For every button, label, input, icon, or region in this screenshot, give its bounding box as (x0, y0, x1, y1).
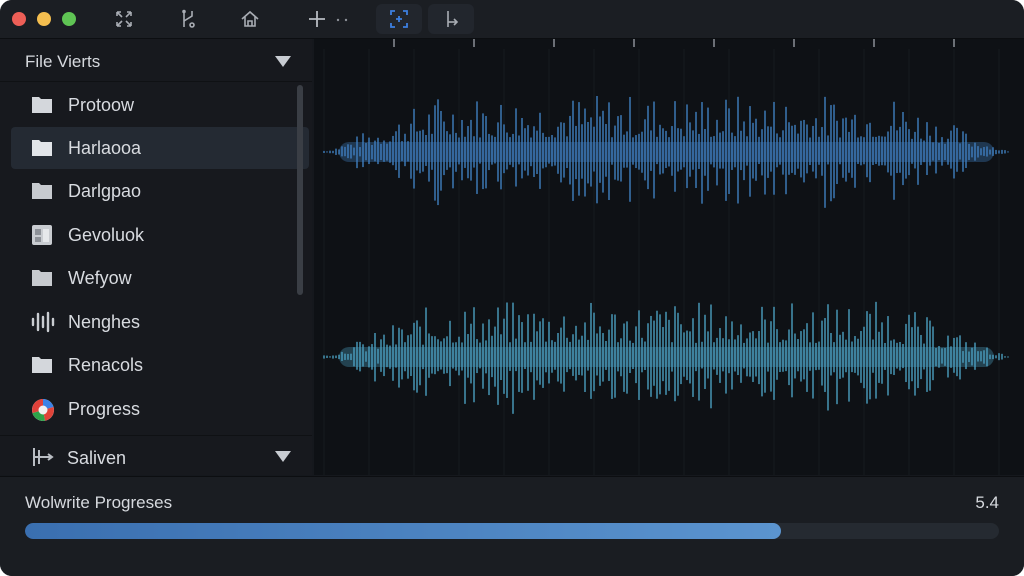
waveform-canvas[interactable] (314, 39, 1024, 475)
sidebar-item-harlaooa[interactable]: Harlaooa (11, 127, 309, 169)
folder-icon (31, 354, 55, 376)
waveform-channel-bottom (323, 301, 1009, 414)
waveform-view[interactable] (314, 39, 1024, 475)
sidebar-header[interactable]: File Vierts (0, 39, 312, 82)
document-icon (31, 224, 55, 246)
folder-icon (31, 137, 55, 159)
file-sidebar: File Vierts Protoow Harlaooa Darlgpao Ge… (0, 39, 312, 475)
progress-bar (25, 523, 999, 539)
folder-icon (31, 267, 55, 289)
progress-bar-fill (25, 523, 781, 539)
folder-icon (31, 94, 55, 116)
audio-split-icon (30, 446, 56, 473)
sidebar-item-darlgpao[interactable]: Darlgpao (11, 170, 309, 212)
sidebar-footer[interactable]: Saliven (0, 435, 312, 476)
sidebar-item-label: Nenghes (68, 312, 141, 332)
chevron-down-icon[interactable] (275, 56, 291, 67)
sidebar-item-progress[interactable]: Progress (11, 388, 309, 430)
progress-value: 5.4 (975, 493, 999, 512)
sidebar-footer-label: Saliven (67, 448, 127, 468)
waveform-core (339, 142, 994, 162)
waveform-core (339, 347, 994, 367)
more-icon[interactable] (331, 4, 355, 34)
sidebar-item-label: Wefyow (68, 268, 132, 288)
split-icon[interactable] (428, 4, 474, 34)
sidebar-item-label: Darlgpao (68, 181, 142, 201)
title-bar (0, 0, 1024, 39)
close-window-button[interactable] (12, 12, 26, 26)
sidebar-scrollbar[interactable] (297, 85, 303, 295)
sidebar-item-wefyow[interactable]: Wefyow (11, 257, 309, 299)
sidebar-item-label: Harlaooa (68, 138, 142, 158)
sidebar-item-label: Protoow (68, 95, 135, 115)
chevron-down-icon[interactable] (275, 451, 291, 462)
home-icon[interactable] (233, 4, 267, 34)
sidebar-title: File Vierts (25, 52, 101, 71)
waveform-channel-top (323, 95, 1009, 208)
progress-label: Wolwrite Progreses (25, 493, 173, 512)
sidebar-item-label: Renacols (68, 355, 144, 375)
sidebar-item-gevoluok[interactable]: Gevoluok (11, 214, 309, 256)
audio-waveform-icon (31, 311, 55, 333)
sidebar-item-label: Progress (68, 399, 141, 419)
sidebar-item-nenghes[interactable]: Nenghes (11, 301, 309, 343)
progress-pie-icon (31, 398, 55, 421)
merge-icon[interactable] (171, 4, 205, 34)
sidebar-item-protoow[interactable]: Protoow (11, 84, 309, 126)
progress-panel: Wolwrite Progreses 5.4 (0, 476, 1024, 576)
add-icon[interactable] (300, 4, 334, 34)
app-window: File Vierts Protoow Harlaooa Darlgpao Ge… (0, 0, 1024, 576)
folder-icon (31, 180, 55, 202)
maximize-window-button[interactable] (62, 12, 76, 26)
minimize-window-button[interactable] (37, 12, 51, 26)
expand-arrows-icon[interactable] (107, 4, 141, 34)
sidebar-item-label: Gevoluok (68, 225, 145, 245)
selection-icon[interactable] (376, 4, 422, 34)
sidebar-item-renacols[interactable]: Renacols (11, 344, 309, 386)
